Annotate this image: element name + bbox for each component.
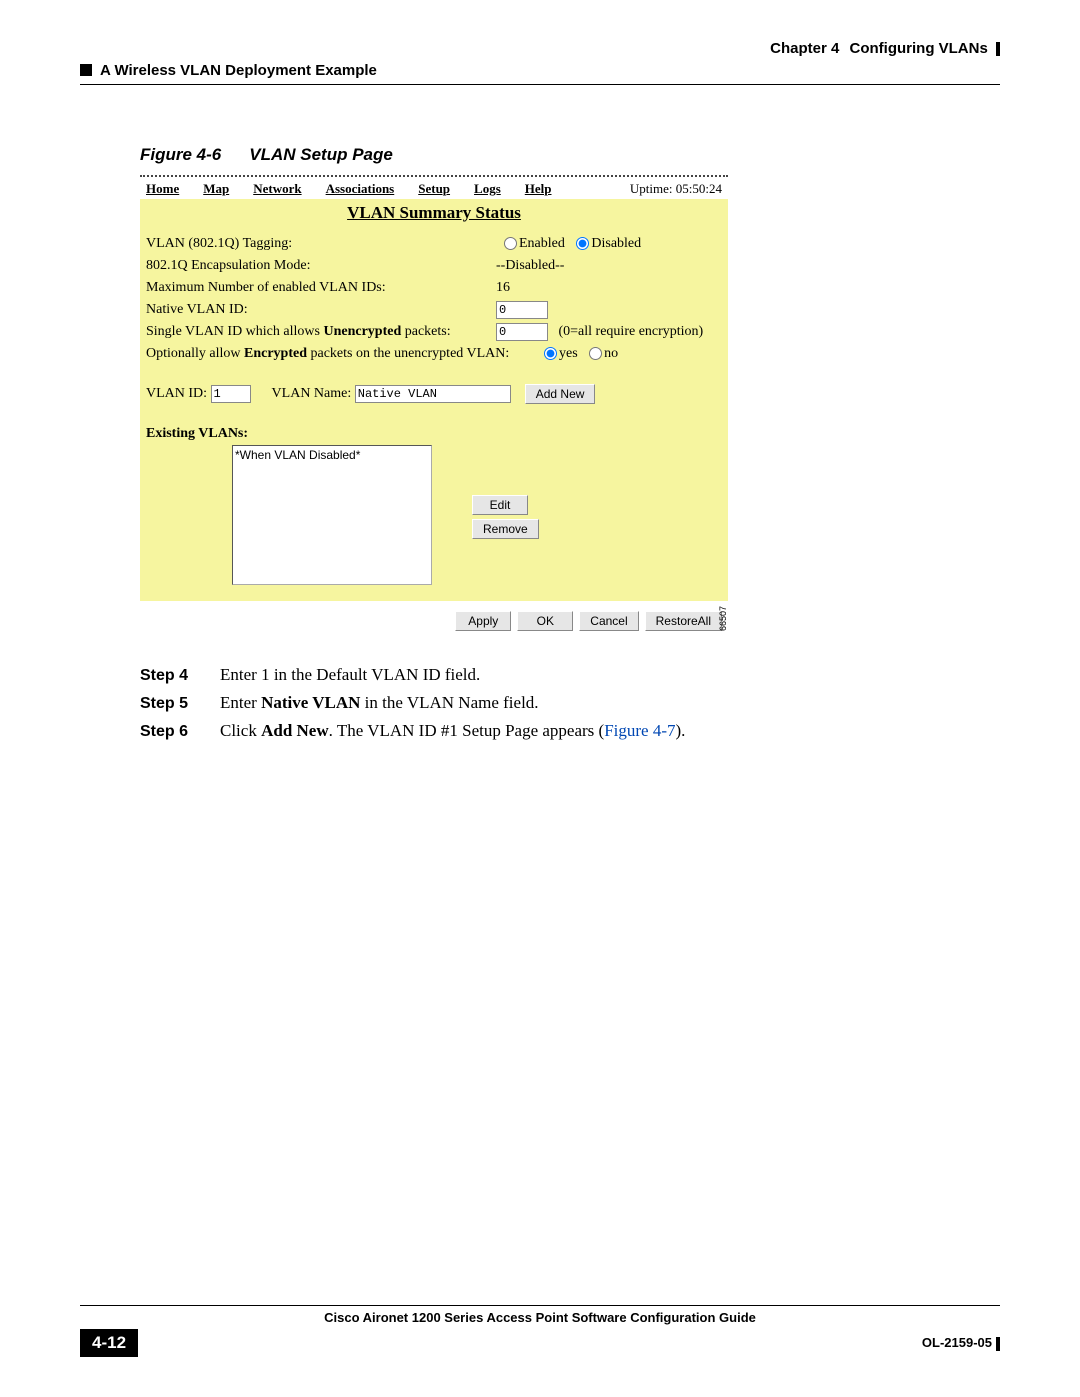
- native-input[interactable]: [496, 301, 548, 319]
- figure-caption: Figure 4-6VLAN Setup Page: [140, 145, 1000, 165]
- opt-no-radio[interactable]: [589, 347, 602, 360]
- vlanname-input[interactable]: [355, 385, 511, 403]
- doc-number: OL-2159-05: [922, 1335, 1000, 1351]
- cancel-button[interactable]: Cancel: [579, 611, 638, 631]
- max-value: 16: [496, 280, 722, 296]
- vlanname-label: VLAN Name:: [272, 386, 352, 402]
- header-right: Chapter 4 Configuring VLANs: [770, 40, 1000, 57]
- nav-bar: Home Map Network Associations Setup Logs…: [140, 177, 728, 199]
- nav-associations[interactable]: Associations: [326, 181, 395, 197]
- add-new-button[interactable]: Add New: [525, 384, 596, 404]
- footer-title: Cisco Aironet 1200 Series Access Point S…: [80, 1310, 1000, 1325]
- nav-setup[interactable]: Setup: [418, 181, 450, 197]
- vlanid-input[interactable]: [211, 385, 251, 403]
- screenshot: Home Map Network Associations Setup Logs…: [140, 175, 728, 635]
- existing-label: Existing VLANs:: [146, 426, 248, 442]
- native-label: Native VLAN ID:: [146, 302, 496, 318]
- page-number: 4-12: [80, 1329, 138, 1357]
- single-note: (0=all require encryption): [559, 324, 704, 339]
- remove-button[interactable]: Remove: [472, 519, 539, 539]
- edit-button[interactable]: Edit: [472, 495, 528, 515]
- single-input[interactable]: [496, 323, 548, 341]
- panel-title: VLAN Summary Status: [146, 199, 722, 233]
- nav-network[interactable]: Network: [253, 181, 301, 197]
- apply-button[interactable]: Apply: [455, 611, 511, 631]
- uptime: Uptime: 05:50:24: [630, 181, 722, 197]
- figure-link[interactable]: Figure 4-7: [604, 721, 675, 740]
- vlanid-label: VLAN ID:: [146, 386, 207, 402]
- tagging-enabled-radio[interactable]: [504, 237, 517, 250]
- opt-yes-radio[interactable]: [544, 347, 557, 360]
- existing-list[interactable]: *When VLAN Disabled*: [232, 445, 432, 585]
- nav-help[interactable]: Help: [525, 181, 552, 197]
- step-5: Step 5Enter Native VLAN in the VLAN Name…: [140, 693, 1000, 713]
- ok-button[interactable]: OK: [517, 611, 573, 631]
- figure-id: 66507: [718, 606, 728, 631]
- header-left: A Wireless VLAN Deployment Example: [80, 62, 377, 79]
- tagging-label: VLAN (802.1Q) Tagging:: [146, 236, 496, 252]
- step-4: Step 4Enter 1 in the Default VLAN ID fie…: [140, 665, 1000, 685]
- encap-value: --Disabled--: [496, 258, 722, 274]
- opt-label: Optionally allow Encrypted packets on th…: [146, 346, 536, 362]
- single-label: Single VLAN ID which allows Unencrypted …: [146, 324, 496, 340]
- nav-home[interactable]: Home: [146, 181, 179, 197]
- nav-logs[interactable]: Logs: [474, 181, 501, 197]
- max-label: Maximum Number of enabled VLAN IDs:: [146, 280, 496, 296]
- tagging-disabled-radio[interactable]: [576, 237, 589, 250]
- nav-map[interactable]: Map: [203, 181, 229, 197]
- encap-label: 802.1Q Encapsulation Mode:: [146, 258, 496, 274]
- restore-button[interactable]: RestoreAll: [645, 611, 722, 631]
- step-6: Step 6Click Add New. The VLAN ID #1 Setu…: [140, 721, 1000, 741]
